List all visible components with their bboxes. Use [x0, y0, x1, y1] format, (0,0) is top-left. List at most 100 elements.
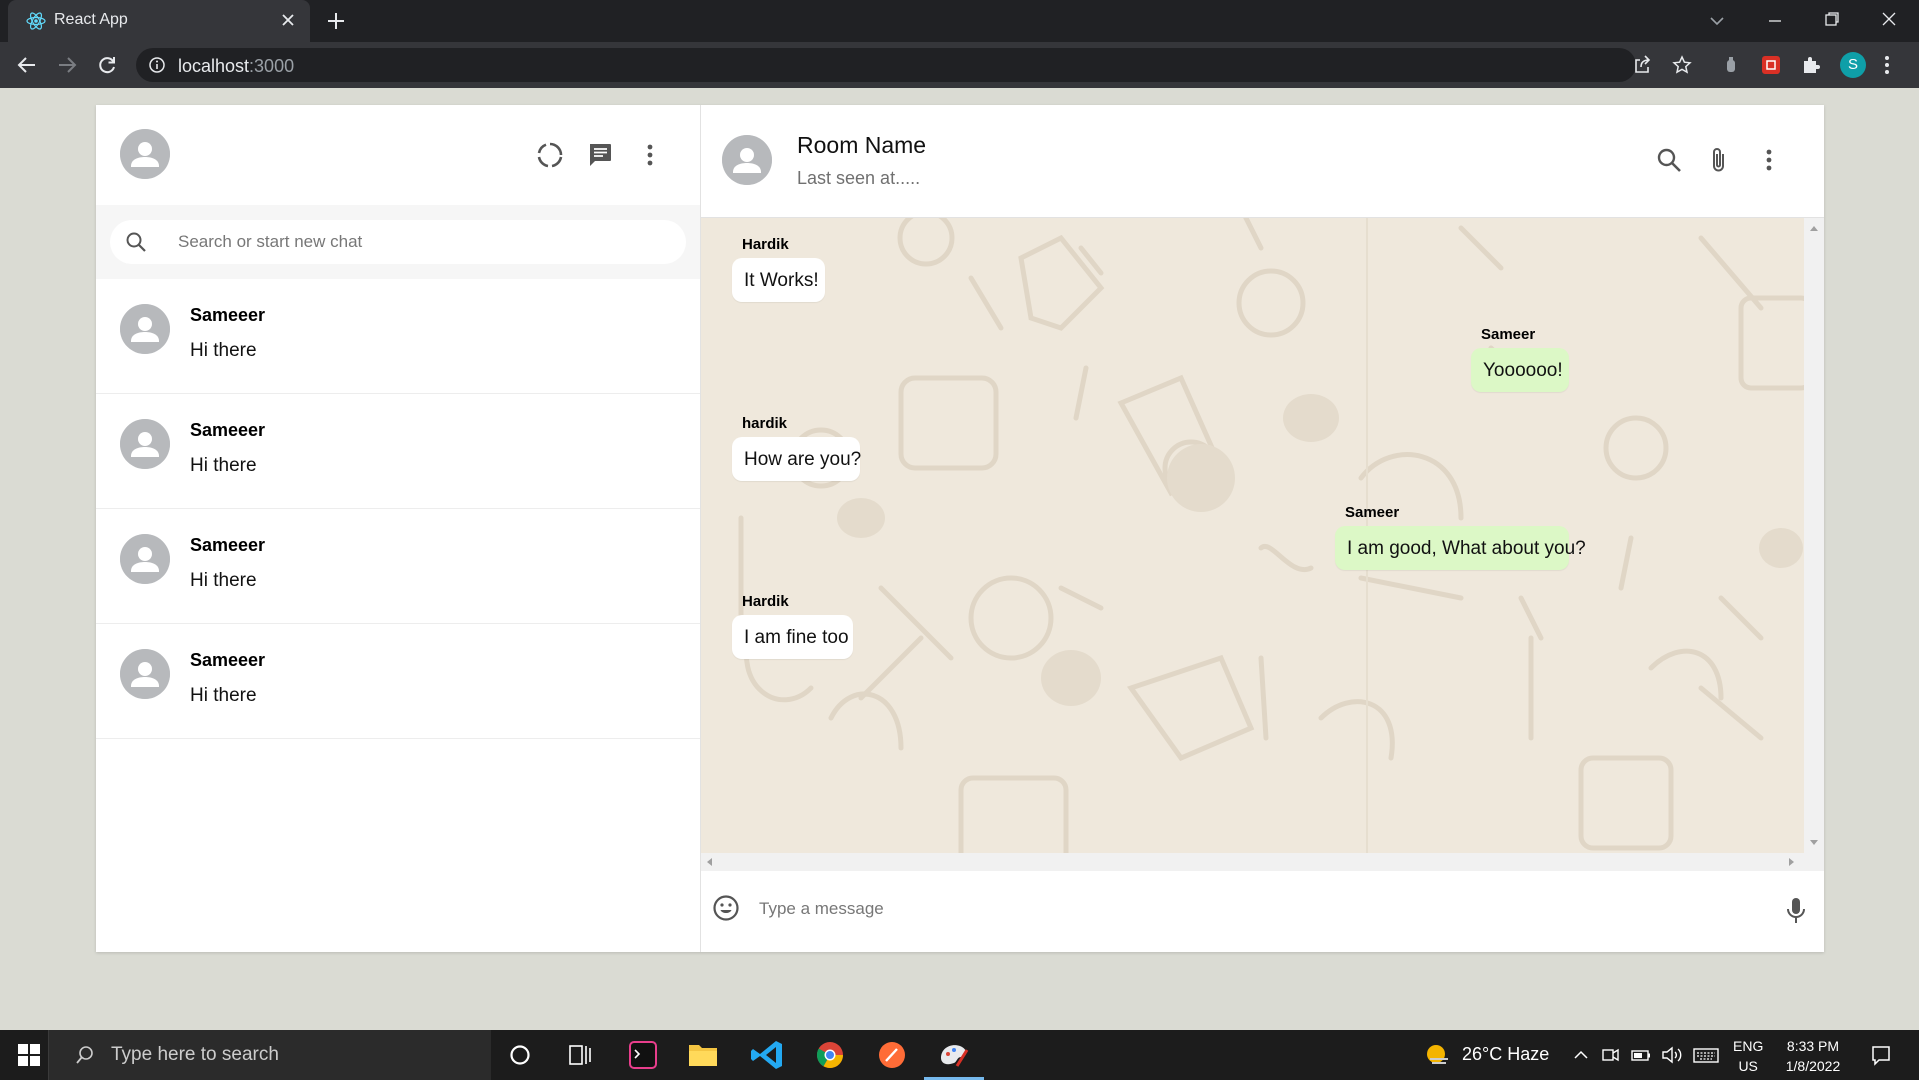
taskbar-search[interactable]: Type here to search: [48, 1030, 491, 1080]
last-seen-text: Last seen at.....: [797, 168, 921, 188]
chat-list-item[interactable]: Sameeer Hi there: [96, 509, 700, 624]
browser-tab-strip: React App: [0, 0, 1919, 42]
vertical-scrollbar[interactable]: [1804, 218, 1824, 853]
message-text: I am good, What about you?: [1347, 538, 1586, 559]
message-bubble-received: It Works!: [732, 258, 825, 302]
new-tab-icon[interactable]: [326, 11, 346, 31]
room-avatar[interactable]: [722, 135, 772, 185]
browser-tab[interactable]: React App: [8, 0, 310, 42]
search-box: [110, 220, 686, 264]
emoji-icon[interactable]: [711, 893, 741, 923]
contact-avatar: [120, 419, 170, 469]
address-bar[interactable]: localhost:3000: [136, 48, 1636, 82]
contact-avatar: [120, 649, 170, 699]
share-icon[interactable]: [1632, 55, 1652, 75]
bookmark-star-icon[interactable]: [1672, 55, 1692, 75]
task-view-icon: [569, 1045, 591, 1065]
minimize-icon[interactable]: [1766, 12, 1784, 30]
profile-avatar[interactable]: S: [1840, 52, 1866, 78]
keyboard-icon[interactable]: [1692, 1045, 1720, 1065]
message-text: It Works!: [744, 270, 819, 291]
meet-now-icon[interactable]: [1600, 1045, 1620, 1065]
message-sender: Hardik: [742, 236, 789, 253]
message-input[interactable]: [759, 887, 1739, 931]
taskbar-app-terminal[interactable]: [613, 1030, 673, 1080]
taskbar-clock[interactable]: 8:33 PM 1/8/2022: [1778, 1036, 1848, 1076]
weather-haze-icon[interactable]: [1424, 1042, 1452, 1068]
vscode-icon: [751, 1041, 782, 1069]
battery-icon[interactable]: [1630, 1045, 1652, 1065]
taskbar-app-active[interactable]: [924, 1030, 984, 1080]
forward-arrow-icon[interactable]: [56, 54, 78, 76]
sidebar-header: [96, 105, 700, 205]
close-tab-icon[interactable]: [280, 12, 296, 28]
cortana-button[interactable]: [490, 1030, 550, 1080]
chat-name: Sameeer: [190, 305, 266, 325]
chat-name: Sameeer: [190, 535, 266, 555]
reload-icon[interactable]: [96, 54, 118, 76]
search-input[interactable]: [178, 220, 668, 264]
search-icon: [75, 1045, 95, 1065]
chat-name: Sameeer: [190, 420, 266, 440]
cortana-icon: [510, 1045, 530, 1065]
more-vert-icon[interactable]: [1755, 146, 1783, 174]
new-chat-icon[interactable]: [586, 141, 614, 169]
volume-icon[interactable]: [1660, 1045, 1684, 1065]
search-icon[interactable]: [1655, 146, 1683, 174]
message-text: How are you?: [744, 449, 862, 470]
weather-text[interactable]: 26°C Haze: [1462, 1044, 1549, 1065]
chat-last-message: Hi there: [190, 685, 257, 706]
restore-icon[interactable]: [1823, 10, 1841, 28]
taskbar-app-vscode[interactable]: [738, 1030, 798, 1080]
tab-search-chevron-icon[interactable]: [1708, 12, 1726, 30]
microphone-icon[interactable]: [1784, 896, 1808, 926]
notification-icon[interactable]: [1870, 1044, 1892, 1066]
windows-start-icon[interactable]: [18, 1044, 40, 1066]
taskbar-app-postman[interactable]: [862, 1030, 922, 1080]
task-view-button[interactable]: [550, 1030, 610, 1080]
user-avatar[interactable]: [120, 129, 170, 179]
close-window-icon[interactable]: [1880, 10, 1898, 28]
horizontal-scrollbar[interactable]: [701, 853, 1824, 871]
message-sender: Sameer: [1481, 326, 1536, 343]
language-indicator[interactable]: ENG US: [1733, 1036, 1763, 1076]
chat-header: Room Name Last seen at.....: [701, 105, 1824, 218]
search-icon: [124, 230, 148, 254]
region-code: US: [1738, 1058, 1758, 1074]
sidebar: Sameeer Hi there Sameeer Hi there Sameee…: [96, 105, 701, 952]
react-favicon-icon: [26, 11, 46, 31]
folder-icon: [689, 1045, 717, 1066]
contact-avatar: [120, 304, 170, 354]
extension-icon[interactable]: [1722, 54, 1740, 76]
chat-body: Hardik It Works! Sameer Yoooooo! hardik …: [701, 218, 1804, 853]
message-bubble-received: I am fine too: [732, 615, 853, 659]
message-sender: hardik: [742, 415, 788, 432]
chevron-up-icon[interactable]: [1572, 1046, 1590, 1064]
chat-name: Sameeer: [190, 650, 266, 670]
back-arrow-icon[interactable]: [16, 54, 38, 76]
chat-list-item[interactable]: Sameeer Hi there: [96, 394, 700, 509]
url-text[interactable]: localhost:3000: [178, 56, 294, 77]
site-info-icon[interactable]: [148, 56, 166, 74]
message-sender: Hardik: [742, 593, 789, 610]
chat-list-item[interactable]: Sameeer Hi there: [96, 624, 700, 739]
sidebar-search-container: [96, 205, 700, 279]
chat-list-item[interactable]: Sameeer Hi there: [96, 279, 700, 394]
message-sender: Sameer: [1345, 504, 1400, 521]
more-vert-icon[interactable]: [636, 141, 664, 169]
chat-last-message: Hi there: [190, 455, 257, 476]
doodle-background-pattern: [738, 218, 1804, 853]
taskbar-app-chrome[interactable]: [800, 1030, 860, 1080]
puzzle-extensions-icon[interactable]: [1800, 54, 1822, 76]
chat-list: Sameeer Hi there Sameeer Hi there Sameee…: [96, 279, 700, 739]
status-icon[interactable]: [536, 141, 564, 169]
browser-menu-icon[interactable]: [1884, 55, 1890, 75]
message-text: I am fine too: [744, 627, 849, 648]
message-bubble-sent: Yoooooo!: [1471, 348, 1569, 392]
taskbar-app-file-explorer[interactable]: [673, 1030, 733, 1080]
red-extension-icon[interactable]: [1760, 54, 1782, 76]
language-code: ENG: [1733, 1038, 1764, 1054]
contact-avatar: [120, 534, 170, 584]
attach-file-icon[interactable]: [1705, 146, 1733, 174]
postman-icon: [879, 1042, 905, 1068]
